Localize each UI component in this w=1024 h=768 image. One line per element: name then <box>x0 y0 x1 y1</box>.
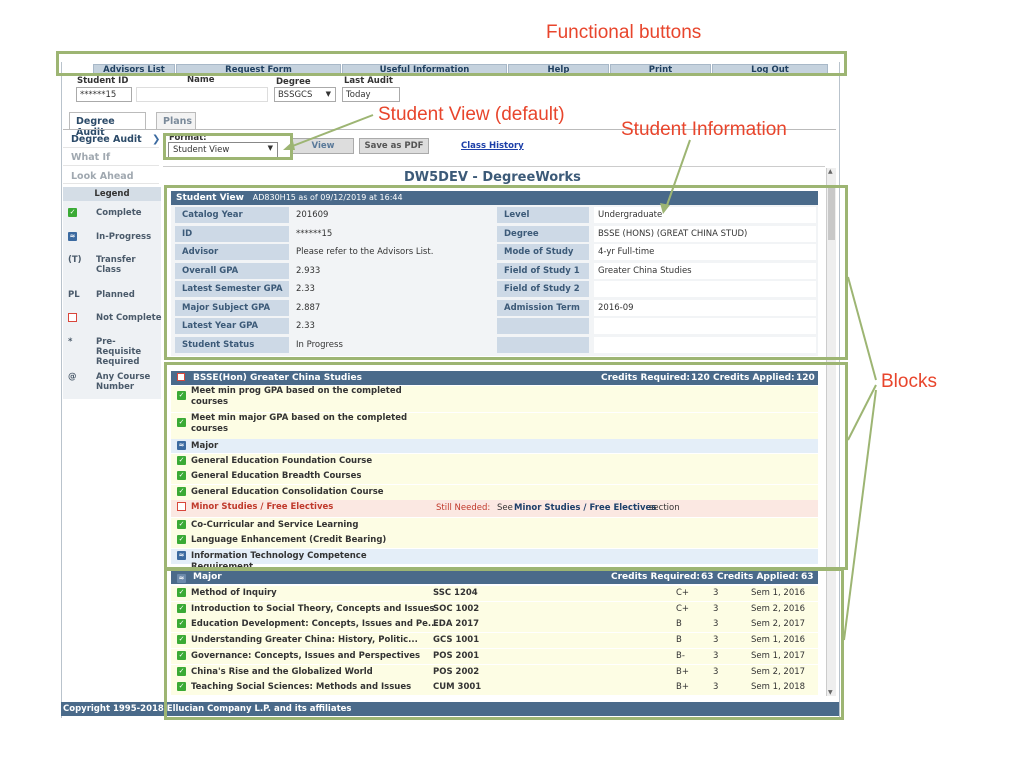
arrow-head-icon <box>660 203 670 214</box>
annotation-connectors <box>283 114 877 641</box>
connector-line <box>843 389 877 641</box>
connector-line <box>847 384 877 441</box>
connector-line <box>847 276 877 381</box>
connector-line <box>289 114 374 148</box>
arrow-head-icon <box>283 141 295 150</box>
connector-line <box>665 139 691 209</box>
